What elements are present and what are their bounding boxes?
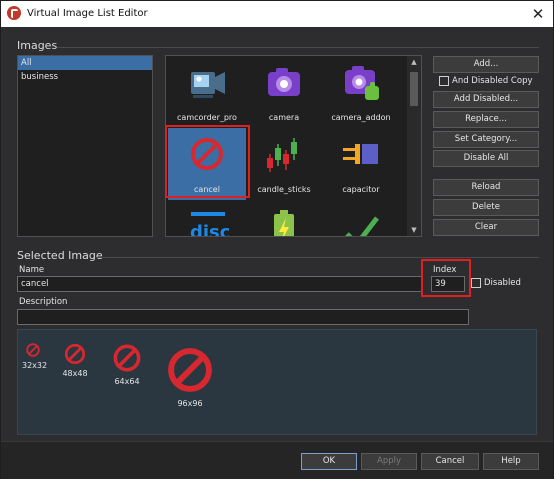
camcorder-icon xyxy=(191,72,225,98)
reload-button[interactable]: Reload xyxy=(433,179,539,196)
selected-image-group-title: Selected Image xyxy=(17,249,103,262)
and-disabled-copy-label: And Disabled Copy xyxy=(452,76,533,86)
preview-size-label: 32x32 xyxy=(22,361,48,370)
image-list-editor-window: Virtual Image List Editor ✕ Images All b… xyxy=(0,0,554,479)
preview-size-label: 64x64 xyxy=(114,377,140,386)
scroll-thumb[interactable] xyxy=(410,72,418,106)
camera-addon-icon xyxy=(345,66,379,100)
close-button[interactable]: ✕ xyxy=(523,1,553,27)
disable-all-button[interactable]: Disable All xyxy=(433,150,539,167)
scroll-up-icon[interactable]: ▲ xyxy=(407,56,421,68)
selected-image-group-divider xyxy=(97,257,539,258)
disabled-checkbox[interactable] xyxy=(471,278,481,288)
add-button[interactable]: Add... xyxy=(433,56,539,73)
image-label: camera_addon xyxy=(331,113,391,122)
svg-text:disc: disc xyxy=(190,222,229,237)
help-button[interactable]: Help xyxy=(483,453,539,470)
category-list[interactable]: All business xyxy=(17,55,153,237)
delete-button[interactable]: Delete xyxy=(433,199,539,216)
image-label: camera xyxy=(268,113,300,122)
image-preview-panel: 32x32 48x48 64x64 96x96 xyxy=(17,329,537,435)
preview-size-label: 48x48 xyxy=(62,369,88,378)
candlesticks-icon xyxy=(267,138,297,172)
image-cell[interactable]: camcorder_pro xyxy=(168,56,246,128)
highlight-frame-selected-image xyxy=(165,125,250,198)
preview-32: 32x32 xyxy=(22,342,48,370)
image-cell[interactable] xyxy=(245,200,323,236)
preview-size-label: 96x96 xyxy=(177,399,203,408)
preview-48: 48x48 xyxy=(60,342,90,378)
image-cell[interactable]: candle_sticks xyxy=(245,128,323,200)
camera-icon xyxy=(268,68,300,96)
image-grid-scrollbar[interactable]: ▲ ▼ xyxy=(407,56,421,236)
description-field[interactable] xyxy=(17,309,469,325)
cancel-icon xyxy=(26,343,40,357)
battery-icon xyxy=(274,210,294,236)
and-disabled-copy-checkbox[interactable] xyxy=(439,76,449,86)
window-title: Virtual Image List Editor xyxy=(27,8,148,19)
ok-button[interactable]: OK xyxy=(301,453,357,470)
image-cell[interactable]: camera xyxy=(245,56,323,128)
checkmark-icon xyxy=(345,216,379,236)
image-cell[interactable]: camera_addon xyxy=(322,56,400,128)
disc-icon: disc xyxy=(190,212,229,237)
description-label: Description xyxy=(19,297,68,307)
image-label: candle_sticks xyxy=(257,185,311,194)
category-item-all[interactable]: All xyxy=(18,56,152,70)
image-label: capacitor xyxy=(342,185,380,194)
images-group-divider xyxy=(57,47,539,48)
scroll-down-icon[interactable]: ▼ xyxy=(407,224,421,236)
replace-button[interactable]: Replace... xyxy=(433,111,539,128)
cancel-button[interactable]: Cancel xyxy=(421,453,479,470)
dialog-footer: OK Apply Cancel Help xyxy=(1,441,553,479)
preview-96: 96x96 xyxy=(164,344,216,408)
name-label: Name xyxy=(19,265,45,275)
clear-button[interactable]: Clear xyxy=(433,219,539,236)
category-item-business[interactable]: business xyxy=(18,70,152,84)
image-cell[interactable]: disc xyxy=(168,200,246,237)
cancel-icon xyxy=(113,344,141,372)
app-logo-icon xyxy=(7,6,21,20)
cancel-icon xyxy=(64,343,86,365)
preview-64: 64x64 xyxy=(110,342,144,386)
image-cell[interactable]: capacitor xyxy=(322,128,400,200)
highlight-frame-index xyxy=(421,259,471,297)
capacitor-icon xyxy=(343,144,378,164)
cancel-icon xyxy=(168,348,212,392)
title-bar: Virtual Image List Editor ✕ xyxy=(1,1,553,27)
add-disabled-button[interactable]: Add Disabled... xyxy=(433,91,539,108)
apply-button[interactable]: Apply xyxy=(361,453,417,470)
disabled-label: Disabled xyxy=(484,278,521,288)
image-cell[interactable] xyxy=(322,200,400,236)
name-field[interactable]: cancel xyxy=(17,276,423,292)
set-category-button[interactable]: Set Category... xyxy=(433,131,539,148)
image-label: camcorder_pro xyxy=(177,113,237,122)
images-group-title: Images xyxy=(17,39,58,52)
